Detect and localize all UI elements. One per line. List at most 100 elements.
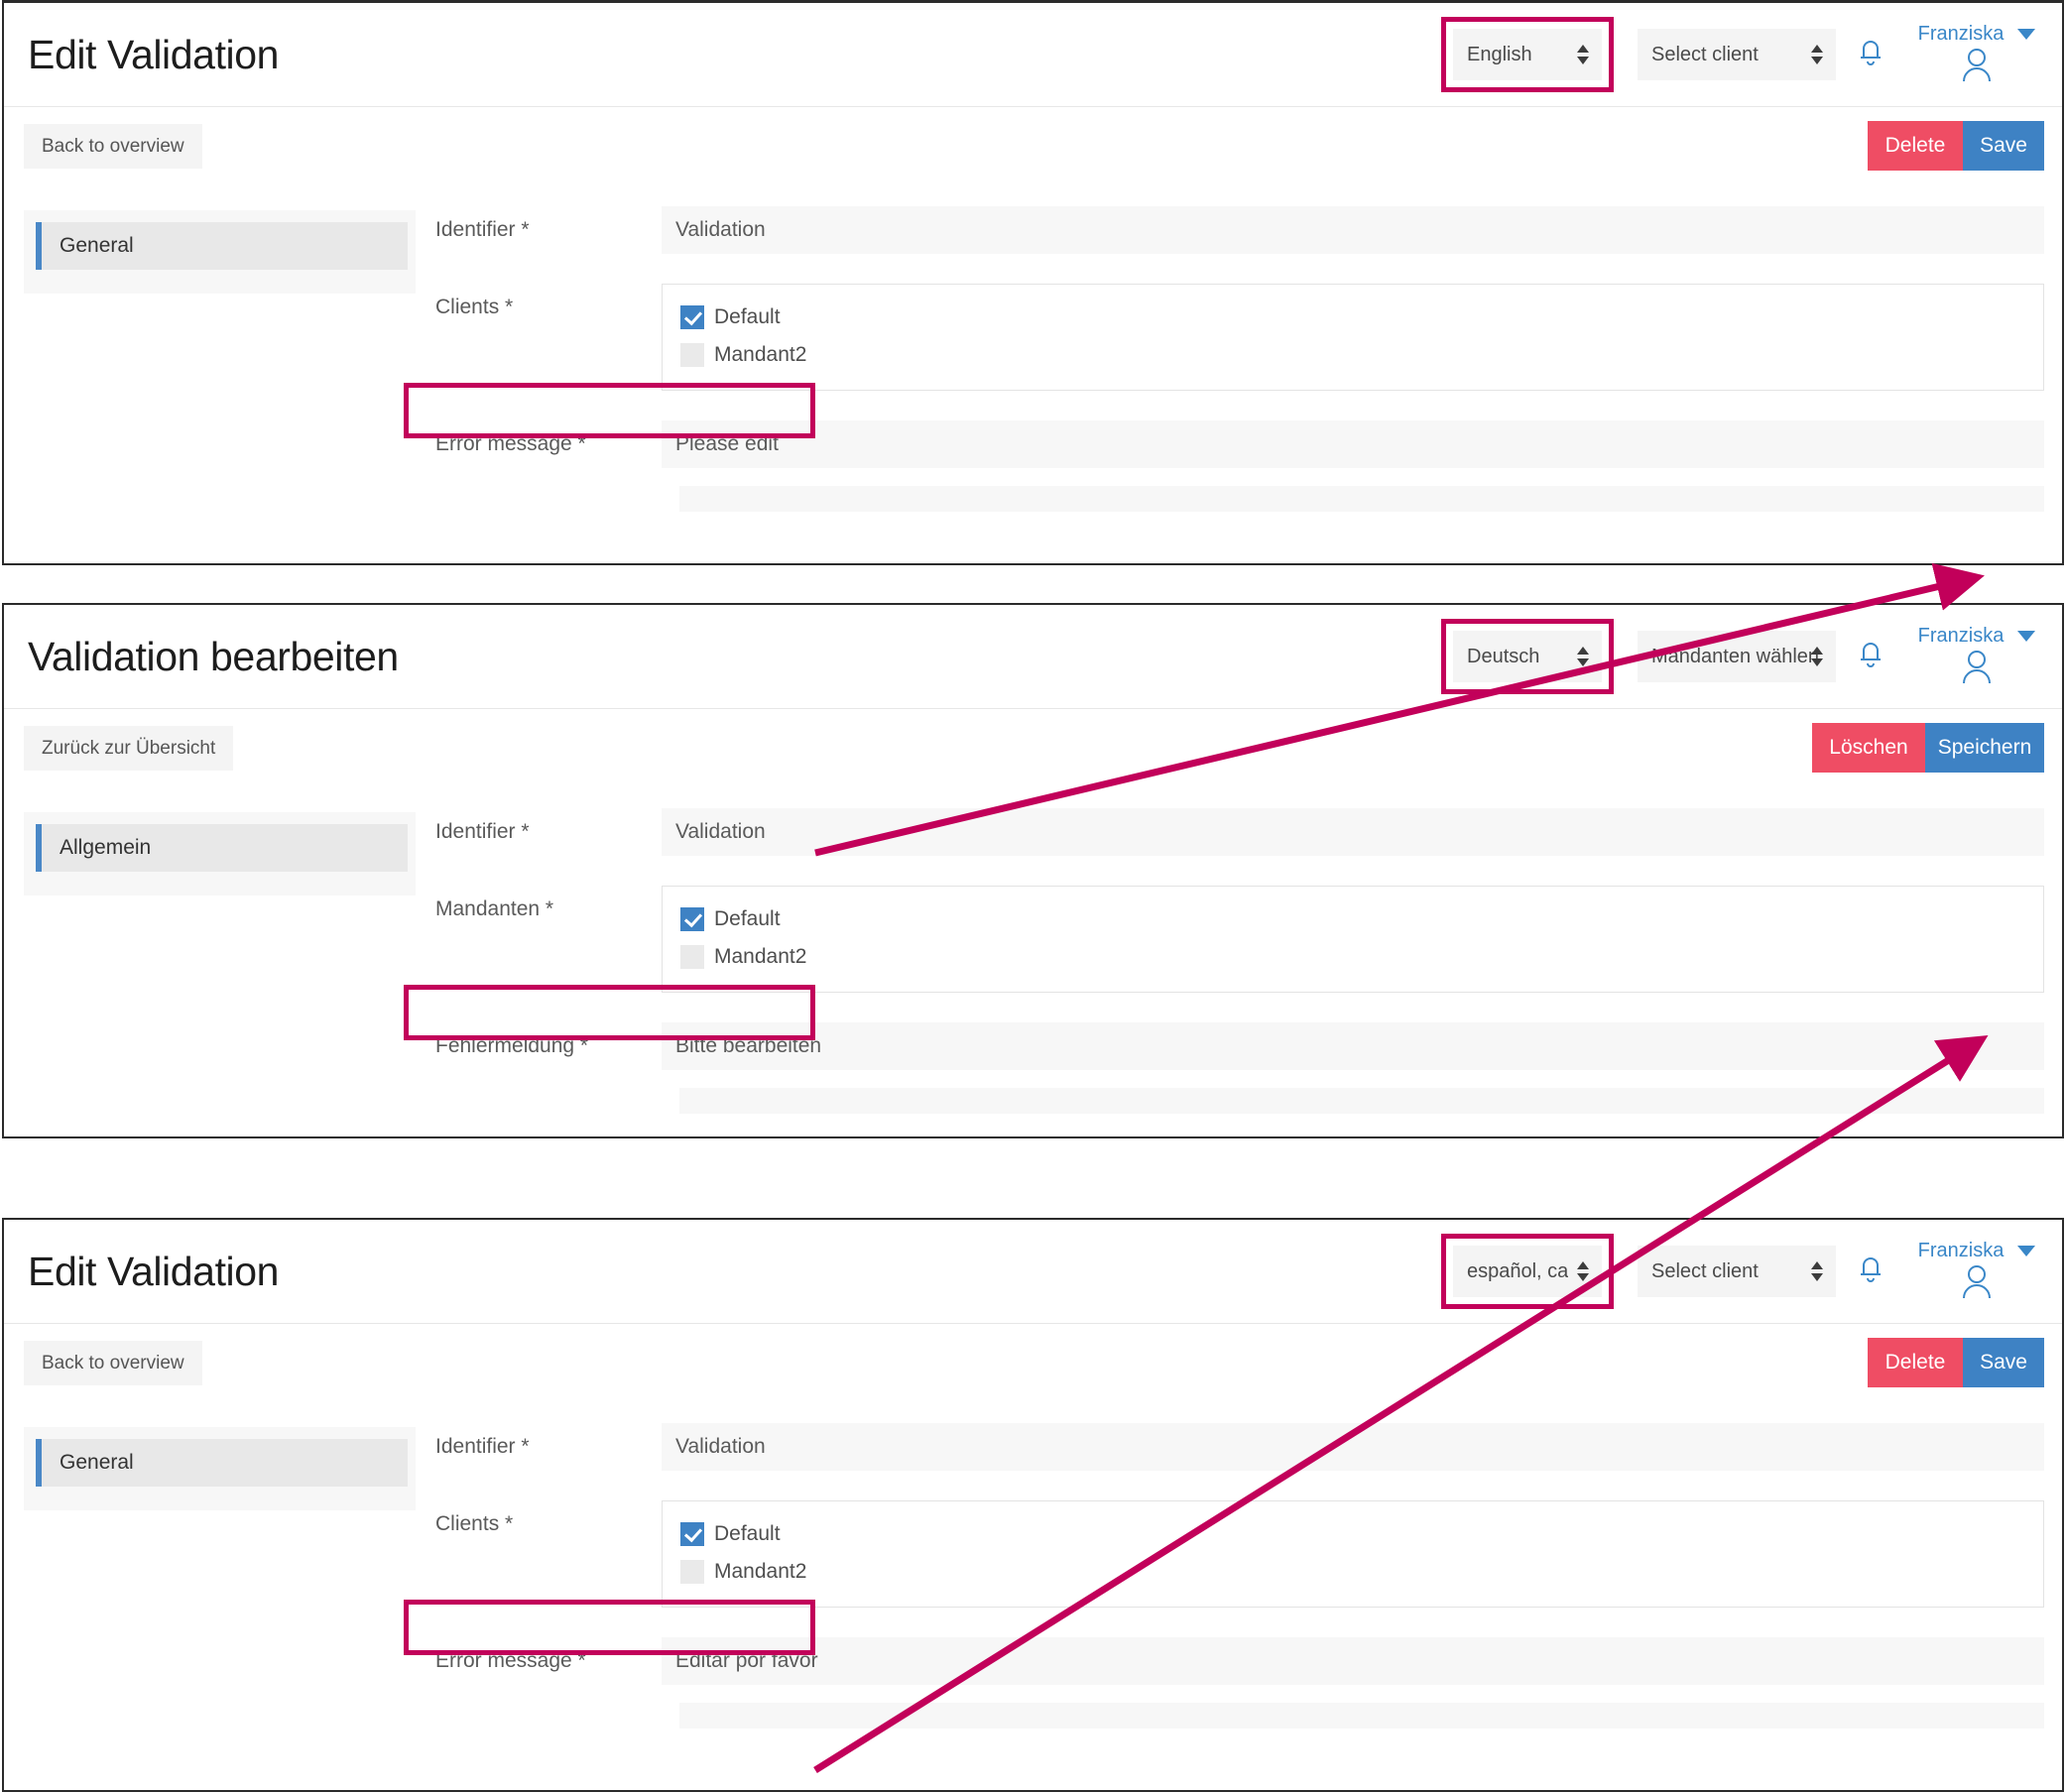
clients-label: Mandanten * [433,886,662,921]
user-menu[interactable]: Franziska [1905,23,2044,86]
toolbar: Back to overview Delete Save [4,1324,2062,1401]
app-header: Validation bearbeiten Deutsch Mandanten … [4,605,2062,709]
error-message-field[interactable]: Editar por favor [662,1637,2044,1685]
field-identifier: Identifier * Validation [433,206,2044,254]
language-select-highlight: español, castella [1441,1234,1614,1309]
back-to-overview-button[interactable]: Back to overview [24,124,202,169]
checkbox-mandant2[interactable] [680,945,704,969]
notifications-button[interactable] [1836,36,1905,74]
save-button[interactable]: Speichern [1925,723,2044,772]
field-error-message: Error message * Editar por favor [433,1637,2044,1685]
bottom-strip [679,486,2044,512]
checkbox-row-mandant2[interactable]: Mandant2 [680,938,2043,976]
client-select-value: Mandanten wählen [1651,646,1819,668]
back-to-overview-button[interactable]: Back to overview [24,1341,202,1385]
language-select[interactable]: español, castella [1453,1246,1602,1297]
section-header-general[interactable]: General [36,1439,408,1487]
user-menu[interactable]: Franziska [1905,625,2044,688]
language-select-value: español, castella [1467,1260,1568,1283]
checkbox-row-default[interactable]: Default [680,1515,2043,1553]
clients-field: Default Mandant2 [662,1500,2044,1608]
checkbox-default[interactable] [680,1522,704,1546]
client-select-value: Select client [1651,1260,1759,1283]
checkbox-default-label: Default [714,305,781,329]
field-error-message: Error message * Please edit [433,420,2044,468]
action-button-group: Delete Save [1868,1338,2044,1386]
back-to-overview-button[interactable]: Zurück zur Übersicht [24,726,233,771]
chevron-down-icon [2017,29,2035,40]
field-clients: Clients * Default Mandant2 [433,284,2044,391]
checkbox-row-mandant2[interactable]: Mandant2 [680,1553,2043,1591]
bell-icon [1856,1253,1885,1291]
form-body: Allgemein Identifier * Validation Mandan… [4,786,2062,1114]
bell-icon [1856,36,1885,74]
identifier-value: Validation [662,808,2044,856]
section-card: General [24,210,416,294]
panel-english: Edit Validation English Select client [2,0,2064,565]
language-select-highlight: Deutsch [1441,619,1614,694]
clients-label: Clients * [433,284,662,319]
identifier-label: Identifier * [433,206,662,242]
error-message-label: Error message * [433,420,662,456]
save-button[interactable]: Save [1963,1338,2044,1386]
checkbox-mandant2[interactable] [680,1560,704,1584]
section-title: General [60,1451,134,1475]
language-select[interactable]: English [1453,29,1602,80]
row-spacer [433,397,2044,420]
header-right-controls: Deutsch Mandanten wählen [1441,619,2044,694]
notifications-button[interactable] [1836,1253,1905,1291]
client-select-value: Select client [1651,44,1759,66]
identifier-field[interactable]: Validation [662,808,2044,856]
error-message-field[interactable]: Bitte bearbeiten [662,1022,2044,1070]
section-column: General [24,206,416,294]
language-select[interactable]: Deutsch [1453,631,1602,682]
error-message-field[interactable]: Please edit [662,420,2044,468]
section-header-general[interactable]: General [36,222,408,270]
form-body: General Identifier * Validation Clients … [4,1401,2062,1729]
checkbox-default[interactable] [680,907,704,931]
app-header: Edit Validation English Select client [4,3,2062,107]
row-spacer [433,862,2044,886]
panel-german: Validation bearbeiten Deutsch Mandanten … [2,603,2064,1138]
delete-button[interactable]: Delete [1868,121,1963,170]
row-spacer [433,999,2044,1022]
row-spacer [433,1477,2044,1500]
identifier-label: Identifier * [433,1423,662,1459]
client-select[interactable]: Select client [1638,29,1836,80]
section-column: Allgemein [24,808,416,896]
checkbox-mandant2-label: Mandant2 [714,1560,806,1584]
clients-field: Default Mandant2 [662,886,2044,993]
identifier-field[interactable]: Validation [662,1423,2044,1471]
section-header-general[interactable]: Allgemein [36,824,408,872]
page-title: Validation bearbeiten [28,634,399,680]
identifier-field[interactable]: Validation [662,206,2044,254]
notifications-button[interactable] [1836,638,1905,676]
checkbox-row-default[interactable]: Default [680,299,2043,336]
page-title: Edit Validation [28,32,279,78]
save-button[interactable]: Save [1963,121,2044,170]
error-message-value: Please edit [662,420,2044,468]
user-avatar-icon [1958,48,1996,86]
checkbox-default-label: Default [714,1522,781,1546]
delete-button[interactable]: Delete [1868,1338,1963,1386]
updown-arrows-icon [1576,1260,1590,1282]
field-clients: Clients * Default Mandant2 [433,1500,2044,1608]
language-select-value: English [1467,44,1532,66]
clients-checkbox-panel: Default Mandant2 [662,1500,2044,1608]
checkbox-row-default[interactable]: Default [680,900,2043,938]
updown-arrows-icon [1576,44,1590,65]
checkbox-default[interactable] [680,305,704,329]
client-select[interactable]: Select client [1638,1246,1836,1297]
row-spacer [433,260,2044,284]
delete-button[interactable]: Löschen [1812,723,1925,772]
client-select[interactable]: Mandanten wählen [1638,631,1836,682]
field-clients: Mandanten * Default Mandant2 [433,886,2044,993]
action-button-group: Delete Save [1868,121,2044,170]
checkbox-mandant2[interactable] [680,343,704,367]
checkbox-row-mandant2[interactable]: Mandant2 [680,336,2043,374]
clients-checkbox-panel: Default Mandant2 [662,886,2044,993]
clients-label: Clients * [433,1500,662,1536]
bottom-strip [679,1703,2044,1729]
section-title: General [60,234,134,258]
user-menu[interactable]: Franziska [1905,1240,2044,1303]
